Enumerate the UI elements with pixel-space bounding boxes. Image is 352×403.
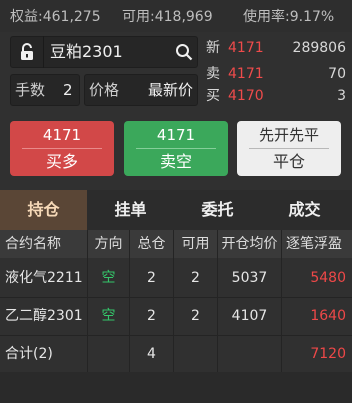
table-row[interactable]: 乙二醇2301 空 2 2 4107 1640: [0, 296, 352, 336]
quote-volume: 3: [337, 88, 346, 104]
close-position-button[interactable]: 先开先平 平仓: [237, 121, 341, 176]
floating-pnl: 5480: [310, 270, 346, 286]
quote-label: 新: [206, 40, 220, 56]
quote-price: 4170: [228, 88, 264, 104]
sell-label: 卖空: [159, 152, 192, 171]
floating-pnl: 1640: [310, 308, 346, 324]
quote-volume: 289806: [292, 40, 346, 56]
quote-volume: 70: [328, 66, 346, 82]
buy-long-button[interactable]: 4171 买多: [10, 121, 114, 176]
column-header: 总仓: [130, 230, 174, 258]
tab-trades[interactable]: 成交: [261, 190, 348, 230]
account-bar: 权益:461,275 可用:418,969 使用率:9.17%: [0, 0, 352, 32]
quote-last: 新 4171 289806: [206, 38, 346, 58]
symbol-name[interactable]: 豆粕2301: [50, 36, 123, 68]
contract-name: 液化气2211: [0, 258, 88, 297]
quote-ask: 卖 4171 70: [206, 64, 346, 84]
total-position: 2: [130, 296, 174, 335]
table-header: 合约名称 方向 总仓 可用 开仓均价 逐笔浮盈: [0, 230, 352, 258]
tab-bar: 持仓 挂单 委托 成交: [0, 190, 352, 230]
price-mode[interactable]: 最新价: [148, 74, 193, 106]
contract-name: 乙二醇2301: [0, 296, 88, 335]
buy-price: 4171: [42, 126, 82, 144]
quote-price: 4171: [228, 66, 264, 82]
summary-label: 合计(2): [0, 334, 88, 373]
empty-cell: [218, 334, 282, 373]
search-icon: [176, 44, 193, 61]
empty-cell: [174, 334, 218, 373]
summary-row: 合计(2) 4 7120: [0, 334, 352, 374]
available-position: 2: [174, 258, 218, 297]
column-header: 方向: [88, 230, 130, 258]
quote-label: 卖: [206, 66, 220, 82]
quote-price: 4171: [228, 40, 264, 56]
open-avg-price: 5037: [218, 258, 282, 297]
lock-button[interactable]: [10, 36, 44, 68]
tab-positions[interactable]: 持仓: [0, 190, 87, 230]
open-avg-price: 4107: [218, 296, 282, 335]
quantity-value[interactable]: 2: [63, 74, 73, 106]
empty-cell: [88, 334, 130, 373]
close-label: 平仓: [272, 152, 305, 171]
equity-text: 权益:461,275: [10, 9, 101, 25]
column-header: 逐笔浮盈: [286, 236, 342, 252]
sell-price: 4171: [156, 126, 196, 144]
tab-pending-orders[interactable]: 挂单: [87, 190, 174, 230]
column-header: 合约名称: [0, 230, 88, 258]
lock-icon: [20, 43, 33, 60]
price-label: 价格: [89, 81, 120, 99]
empty-area: [0, 372, 352, 403]
search-button[interactable]: [170, 36, 198, 68]
direction: 空: [88, 258, 130, 297]
column-header: 开仓均价: [218, 230, 282, 258]
buy-label: 买多: [45, 152, 78, 171]
available-position: 2: [174, 296, 218, 335]
tab-orders[interactable]: 委托: [174, 190, 261, 230]
table-row[interactable]: 液化气2211 空 2 2 5037 5480: [0, 258, 352, 298]
close-mode: 先开先平: [258, 126, 319, 144]
quantity-label: 手数: [15, 81, 46, 99]
sell-short-button[interactable]: 4171 卖空: [124, 121, 228, 176]
total-position: 2: [130, 258, 174, 297]
available-text: 可用:418,969: [122, 9, 213, 25]
quote-bid: 买 4170 3: [206, 86, 346, 106]
quote-label: 买: [206, 88, 220, 104]
column-header: 可用: [174, 230, 218, 258]
usage-text: 使用率:9.17%: [243, 9, 335, 25]
summary-total: 4: [130, 334, 174, 373]
direction: 空: [88, 296, 130, 335]
summary-pnl: 7120: [310, 346, 346, 362]
